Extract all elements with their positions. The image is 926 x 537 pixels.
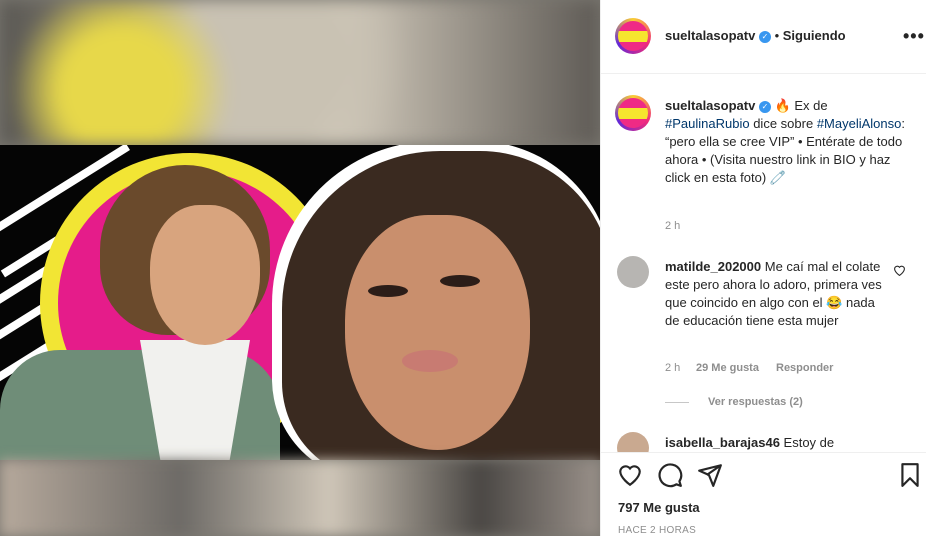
replies-divider: [665, 402, 689, 403]
comment-item: isabella_barajas46 Estoy de: [665, 434, 891, 452]
reply-button: Responder: [776, 362, 833, 374]
woman-eye-left: [368, 285, 408, 297]
verified-badge-icon: ✓: [758, 30, 771, 43]
woman-lips: [402, 350, 458, 372]
comment-text: Estoy de: [783, 435, 835, 450]
comment-username[interactable]: matilde_202000: [665, 259, 761, 274]
header-username[interactable]: sueltalasopatv: [665, 28, 755, 43]
post-caption: sueltalasopatv ✓ 🔥 Ex de #PaulinaRubio d…: [665, 97, 909, 187]
woman-face: [345, 215, 530, 450]
comment-bubble-icon[interactable]: [657, 462, 683, 488]
blurred-background-bottom: [0, 460, 600, 536]
reply-button-label[interactable]: Responder: [776, 362, 833, 374]
comment-username[interactable]: isabella_barajas46: [665, 435, 780, 450]
avatar-logo: [618, 98, 648, 128]
post-image[interactable]: [0, 0, 600, 536]
post-side-panel: sueltalasopatv ✓ • Siguiendo ••• sueltal…: [600, 0, 926, 537]
save-bookmark-icon[interactable]: [897, 462, 923, 488]
comment-item: matilde_202000 Me caí mal el colate este…: [665, 258, 891, 330]
post-likes-count[interactable]: 797 Me gusta: [618, 500, 700, 515]
account-avatar[interactable]: [615, 18, 651, 54]
poster-graphic: [0, 145, 600, 460]
like-heart-icon[interactable]: [617, 462, 643, 488]
blurred-background-top: [0, 0, 600, 145]
hashtag-link[interactable]: #PaulinaRubio: [665, 116, 750, 131]
man-face: [150, 205, 260, 345]
header-user: sueltalasopatv ✓ • Siguiendo: [665, 28, 846, 43]
view-replies-button: Ver respuestas (2): [708, 396, 803, 408]
post-timestamp[interactable]: HACE 2 HORAS: [618, 525, 696, 536]
commenter-avatar[interactable]: [617, 256, 649, 288]
verified-badge-icon: ✓: [758, 100, 771, 113]
hashtag-link[interactable]: #MayeliAlonso: [817, 116, 902, 131]
post-actions-bar: 797 Me gusta HACE 2 HORAS: [601, 452, 926, 537]
comment-time[interactable]: 2 h: [665, 362, 680, 374]
caption-text: dice sobre: [753, 116, 814, 131]
view-replies-label[interactable]: Ver respuestas (2): [708, 396, 803, 408]
woman-eye-right: [440, 275, 480, 287]
comment-likes: 29 Me gusta: [696, 362, 759, 374]
comment-likes-count[interactable]: 29 Me gusta: [696, 362, 759, 374]
avatar-logo: [618, 21, 648, 51]
caption-time[interactable]: 2 h: [665, 220, 680, 232]
post-header: sueltalasopatv ✓ • Siguiendo •••: [601, 0, 926, 74]
caption-avatar[interactable]: [615, 95, 651, 131]
caption-username[interactable]: sueltalasopatv: [665, 98, 755, 113]
fire-emoji: 🔥: [774, 98, 791, 113]
more-options-icon[interactable]: •••: [903, 26, 925, 47]
comment-like-heart-icon[interactable]: [893, 264, 906, 279]
share-send-icon[interactable]: [697, 462, 723, 488]
following-button[interactable]: Siguiendo: [783, 28, 846, 43]
caption-text: Ex de: [794, 98, 828, 113]
